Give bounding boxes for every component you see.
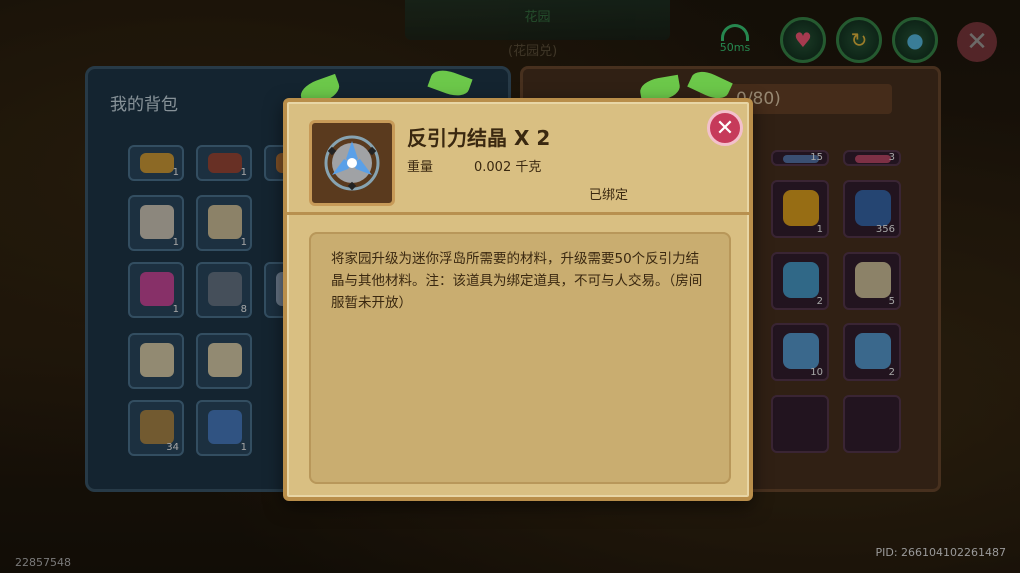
item-header: 反引力结晶 X 2 重量 0.002 千克 已绑定 ✕ [287,102,749,215]
close-icon: ✕ [715,115,735,141]
player-id: PID: 266104102261487 [875,546,1006,559]
antigravity-crystal-icon [324,135,380,191]
dialog-close-button[interactable]: ✕ [707,110,743,146]
weight-label: 重量 [407,160,434,175]
weight-value: 0.002 千克 [474,160,542,175]
user-id: 22857548 [15,556,71,569]
item-description: 将家园升级为迷你浮岛所需要的材料，升级需要50个反引力结晶与其他材料。注：该道具… [331,251,703,311]
bound-status: 已绑定 [589,188,629,203]
item-icon-frame [309,120,395,206]
item-name: 反引力结晶 X 2 [407,126,551,150]
